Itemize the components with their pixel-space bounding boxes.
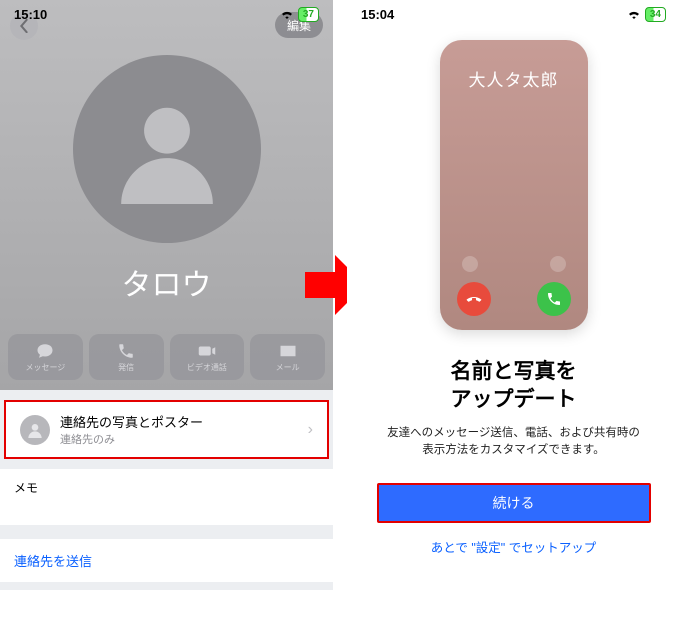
later-label: あとで "設定" でセットアップ: [431, 541, 596, 555]
status-time: 15:10: [14, 7, 47, 22]
person-icon: [27, 422, 43, 438]
title-line2: アップデート: [451, 388, 577, 411]
continue-label: 続ける: [493, 493, 535, 513]
remind-icon: [462, 256, 478, 272]
status-time: 15:04: [361, 7, 394, 22]
action-label: メール: [276, 362, 300, 373]
poster-name: 大人タ太郎: [440, 66, 588, 91]
photo-poster-row[interactable]: 連絡先の写真とポスター 連絡先のみ ›: [4, 400, 329, 459]
contact-poster-preview: 大人タ太郎: [440, 40, 588, 330]
onboarding-body: 大人タ太郎 名前と写真を アップデート: [347, 28, 680, 556]
avatar-icon: [20, 415, 50, 445]
wifi-icon: [280, 9, 294, 19]
video-button[interactable]: ビデオ通話: [170, 334, 245, 380]
decline-button: [457, 282, 491, 316]
mail-button[interactable]: メール: [250, 334, 325, 380]
person-icon: [112, 94, 222, 204]
send-contact-button[interactable]: 連絡先を送信: [0, 539, 333, 582]
phone-down-icon: [466, 291, 482, 307]
video-icon: [198, 342, 216, 360]
row-title: 連絡先の写真とポスター: [60, 412, 298, 431]
action-row: メッセージ 発信 ビデオ通話 メール: [0, 334, 333, 380]
send-contact-label: 連絡先を送信: [14, 554, 92, 569]
update-prompt-screen: 15:04 34 大人タ太郎: [347, 0, 680, 619]
row-text: 連絡先の写真とポスター 連絡先のみ: [60, 412, 298, 447]
memo-field[interactable]: メモ: [0, 469, 333, 525]
phone-icon: [117, 342, 135, 360]
contact-hero: 編集 タロウ メッセージ 発信 ビデオ通話 メール: [0, 0, 333, 390]
row-subtitle: 連絡先のみ: [60, 431, 298, 447]
wifi-icon: [627, 9, 641, 19]
phone-icon: [546, 291, 562, 307]
message-icon: [36, 342, 54, 360]
title-line1: 名前と写真を: [451, 360, 577, 383]
battery-icon: 34: [645, 7, 666, 22]
call-button[interactable]: 発信: [89, 334, 164, 380]
contact-name: タロウ: [0, 260, 333, 304]
desc-line2: 表示方法をカスタマイズできます。: [422, 444, 605, 456]
chevron-right-icon: ›: [308, 421, 313, 439]
onboarding-description: 友達へのメッセージ送信、電話、および共有時の 表示方法をカスタマイズできます。: [387, 425, 640, 460]
contact-list: 連絡先の写真とポスター 連絡先のみ › メモ 連絡先を送信: [0, 390, 333, 590]
contact-card-screen: 15:10 37 編集 タロウ メッセージ 発信: [0, 0, 333, 619]
onboarding-title: 名前と写真を アップデート: [451, 358, 577, 415]
status-bar: 15:04 34: [347, 0, 680, 28]
desc-line1: 友達へのメッセージ送信、電話、および共有時の: [387, 427, 640, 439]
status-bar: 15:10 37: [0, 0, 333, 28]
message-icon: [550, 256, 566, 272]
continue-button[interactable]: 続ける: [377, 483, 651, 523]
action-label: メッセージ: [25, 362, 65, 373]
accept-button: [537, 282, 571, 316]
setup-later-link[interactable]: あとで "設定" でセットアップ: [431, 537, 596, 556]
mail-icon: [279, 342, 297, 360]
contact-avatar[interactable]: [73, 55, 261, 243]
message-button[interactable]: メッセージ: [8, 334, 83, 380]
action-label: 発信: [118, 362, 134, 373]
call-controls: [440, 256, 588, 316]
memo-label: メモ: [14, 481, 38, 495]
action-label: ビデオ通話: [187, 362, 227, 373]
battery-icon: 37: [298, 7, 319, 22]
